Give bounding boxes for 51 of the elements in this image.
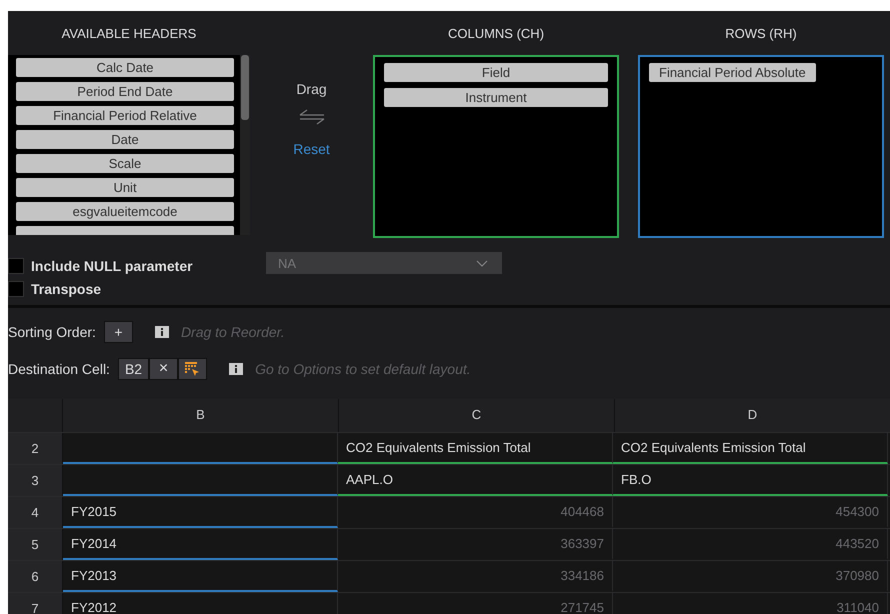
column-header[interactable]: D — [615, 399, 890, 432]
row-header[interactable]: 5 — [8, 529, 63, 560]
row-header[interactable]: 3 — [8, 465, 63, 496]
select-cell-button[interactable] — [178, 358, 208, 380]
table-cell: 271745 — [338, 593, 613, 614]
header-chip[interactable]: Unit — [16, 178, 234, 197]
table-cell: FY2012 — [63, 593, 338, 614]
checkbox[interactable] — [8, 280, 24, 296]
row-header[interactable]: 2 — [8, 433, 63, 464]
header-chip[interactable]: Financial Period Relative — [16, 106, 234, 125]
column-chip[interactable]: Field — [384, 63, 608, 82]
hint-text: Drag to Reorder. — [180, 324, 285, 340]
table-cell: 311040 — [613, 593, 888, 614]
header-chip[interactable]: Scale — [16, 154, 234, 173]
destination-cell-field[interactable]: B2 — [118, 358, 150, 380]
column-chip[interactable]: Instrument — [384, 88, 608, 107]
drag-label: Drag — [296, 81, 327, 97]
header-chip[interactable]: Calc Date — [16, 58, 234, 77]
chevron-down-icon — [476, 260, 488, 266]
panel-title: COLUMNS (CH) — [446, 25, 546, 43]
table-cell: 454300 — [613, 497, 888, 528]
reset-link[interactable]: Reset — [293, 141, 330, 157]
header-chip[interactable]: esgvalueitemcode — [16, 202, 234, 221]
panel-title: ROWS (RH) — [724, 25, 798, 43]
row-header[interactable]: 4 — [8, 497, 63, 528]
row-header[interactable]: 7 — [8, 593, 63, 614]
scrollbar[interactable] — [240, 55, 250, 235]
hint-text: Go to Options to set default layout. — [255, 360, 471, 376]
table-cell: 370980 — [613, 561, 888, 592]
swap-arrows-icon — [298, 109, 324, 125]
checkbox-label: Transpose — [31, 280, 102, 296]
info-icon — [229, 362, 244, 374]
panel-title: AVAILABLE HEADERS — [60, 25, 198, 43]
table-cell: 443520 — [613, 529, 888, 560]
table-cell: 363397 — [338, 529, 613, 560]
column-header[interactable]: B — [63, 399, 339, 432]
add-sort-button[interactable]: + — [104, 320, 133, 342]
checkbox[interactable] — [8, 258, 24, 274]
row-header[interactable]: 6 — [8, 561, 63, 592]
sorting-order-label: Sorting Order: — [8, 324, 96, 340]
destination-cell-label: Destination Cell: — [8, 360, 110, 376]
header-chip[interactable]: Period End Date — [16, 82, 234, 101]
table-cell: 404468 — [338, 497, 613, 528]
column-header[interactable]: C — [339, 399, 615, 432]
checkbox-label: Include NULL parameter — [31, 258, 193, 274]
header-chip[interactable]: Date — [16, 130, 234, 149]
clear-button[interactable]: × — [149, 358, 178, 380]
table-cell: 334186 — [338, 561, 613, 592]
grid-cursor-icon — [185, 362, 200, 376]
info-icon — [154, 326, 169, 338]
row-chip[interactable]: Financial Period Absolute — [649, 63, 816, 82]
